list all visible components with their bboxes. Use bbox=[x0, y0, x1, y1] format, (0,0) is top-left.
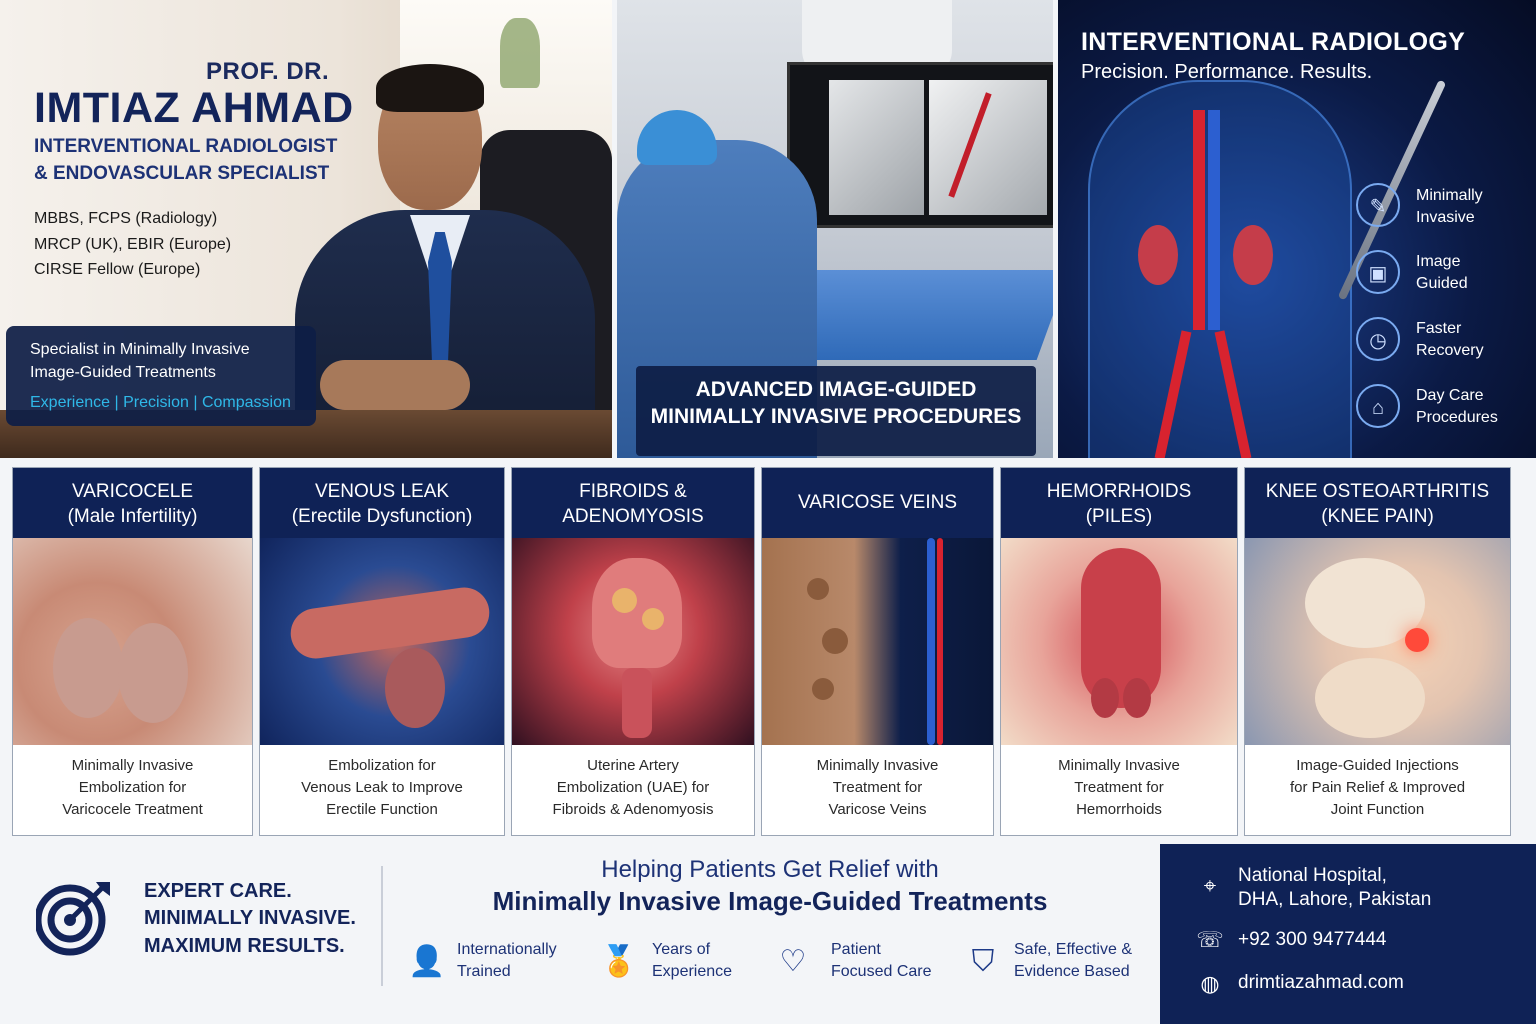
card-caption-line: Minimally Invasive bbox=[816, 757, 939, 774]
target-icon bbox=[36, 882, 110, 956]
condition-card-knee-osteoarthritis[interactable]: KNEE OSTEOARTHRITIS (KNEE PAIN) Image-Gu… bbox=[1244, 467, 1511, 836]
varicocele-illustration bbox=[13, 538, 252, 745]
card-caption-line: Treatment for bbox=[832, 779, 923, 796]
help-heading-line2: Minimally Invasive Image-Guided Treatmen… bbox=[492, 886, 1048, 916]
card-subtitle: (KNEE PAIN) bbox=[1321, 506, 1434, 527]
card-caption-line: Image-Guided Injections bbox=[1296, 757, 1459, 774]
uterus-illustration bbox=[512, 538, 754, 745]
qualification-item: MBBS, FCPS (Radiology) bbox=[34, 210, 218, 227]
feature-label: Day Care Procedures bbox=[1416, 387, 1498, 426]
condition-card-hemorrhoids[interactable]: HEMORRHOIDS (PILES) Minimally Invasive T… bbox=[1000, 467, 1238, 836]
tagline-line: MINIMALLY INVASIVE. bbox=[144, 907, 356, 929]
divider bbox=[381, 866, 383, 986]
badge-label: Years of Experience bbox=[652, 941, 733, 980]
location-pin-icon: ⌖ bbox=[1203, 873, 1217, 898]
home-icon: ⌂ bbox=[1356, 384, 1400, 428]
badge-label: Patient Focused Care bbox=[831, 941, 932, 980]
card-caption-line: Erectile Function bbox=[326, 801, 438, 818]
card-subtitle: (PILES) bbox=[1085, 506, 1153, 527]
condition-card-venous-leak[interactable]: VENOUS LEAK (Erectile Dysfunction) Embol… bbox=[259, 467, 505, 836]
card-caption-line: Venous Leak to Improve bbox=[301, 779, 463, 796]
body-silhouette bbox=[1088, 80, 1352, 458]
card-caption-line: Fibroids & Adenomyosis bbox=[552, 801, 714, 818]
tagline-line: EXPERT CARE. bbox=[144, 880, 292, 902]
specialty-line2: Image-Guided Treatments bbox=[30, 364, 216, 381]
medal-icon: 🏅 bbox=[600, 945, 638, 978]
hemorrhoids-illustration bbox=[1001, 538, 1237, 745]
card-title: HEMORRHOIDS bbox=[1046, 481, 1192, 502]
card-caption-line: Treatment for bbox=[1074, 779, 1164, 796]
feature-label: Image Guided bbox=[1416, 253, 1468, 292]
person-icon: 👤 bbox=[408, 945, 446, 978]
contact-phone[interactable]: +92 300 9477444 bbox=[1238, 928, 1386, 952]
tagline-line: MAXIMUM RESULTS. bbox=[144, 935, 345, 957]
feature-label: Minimally Invasive bbox=[1416, 187, 1483, 226]
condition-card-fibroids[interactable]: FIBROIDS & ADENOMYOSIS Uterine Artery Em… bbox=[511, 467, 755, 836]
card-caption-line: for Pain Relief & Improved bbox=[1289, 779, 1466, 796]
doctor-role-line2: & ENDOVASCULAR SPECIALIST bbox=[34, 163, 330, 184]
condition-card-varicose-veins[interactable]: VARICOSE VEINS Minimally Invasive Treatm… bbox=[761, 467, 994, 836]
varicose-leg-illustration bbox=[762, 538, 993, 745]
card-caption-line: Varicose Veins bbox=[828, 801, 927, 818]
procedures-banner-line1: ADVANCED IMAGE-GUIDED bbox=[695, 378, 977, 401]
card-title: FIBROIDS & bbox=[579, 481, 687, 502]
specialty-line1: Specialist in Minimally Invasive bbox=[30, 341, 250, 358]
badge-label: Internationally Trained bbox=[457, 941, 557, 980]
heart-hand-icon: ♡ bbox=[779, 945, 807, 978]
qualification-item: CIRSE Fellow (Europe) bbox=[34, 261, 201, 278]
card-caption-line: Joint Function bbox=[1330, 801, 1425, 818]
kidney-right bbox=[1233, 225, 1273, 285]
card-caption-line: Embolization (UAE) for bbox=[556, 779, 710, 796]
card-title: VENOUS LEAK bbox=[314, 481, 450, 502]
card-caption-line: Uterine Artery bbox=[587, 757, 679, 774]
card-caption-line: Hemorrhoids bbox=[1076, 801, 1162, 818]
card-title: VARICOSE VEINS bbox=[797, 492, 958, 513]
catheter-icon: ✎ bbox=[1356, 183, 1400, 227]
badge-label: Safe, Effective & Evidence Based bbox=[1014, 941, 1132, 980]
card-subtitle: ADENOMYOSIS bbox=[562, 506, 704, 527]
kidney-left bbox=[1138, 225, 1178, 285]
card-subtitle: (Erectile Dysfunction) bbox=[291, 506, 473, 527]
shield-check-icon: ⛉ bbox=[971, 945, 995, 978]
help-heading-line1: Helping Patients Get Relief with bbox=[601, 856, 939, 883]
ir-subtitle: Precision. Performance. Results. bbox=[1081, 61, 1373, 83]
knee-joint-illustration bbox=[1245, 538, 1510, 745]
card-caption-line: Minimally Invasive bbox=[71, 757, 194, 774]
contact-address: National Hospital, DHA, Lahore, Pakistan bbox=[1238, 865, 1432, 910]
card-title: VARICOCELE bbox=[71, 481, 194, 502]
feature-label: Faster Recovery bbox=[1416, 320, 1484, 359]
values-line: Experience | Precision | Compassion bbox=[30, 394, 291, 411]
contact-website[interactable]: drimtiazahmad.com bbox=[1238, 971, 1404, 995]
card-caption-line: Varicocele Treatment bbox=[62, 801, 203, 818]
monitor-icon: ▣ bbox=[1356, 250, 1400, 294]
qualification-item: MRCP (UK), EBIR (Europe) bbox=[34, 236, 232, 253]
card-caption-line: Minimally Invasive bbox=[1058, 757, 1180, 774]
card-caption-line: Embolization for bbox=[78, 779, 187, 796]
procedures-banner-line2: MINIMALLY INVASIVE PROCEDURES bbox=[650, 405, 1022, 428]
plant-decoration bbox=[500, 18, 540, 88]
doctor-role-line1: INTERVENTIONAL RADIOLOGIST bbox=[34, 136, 338, 157]
card-title: KNEE OSTEOARTHRITIS bbox=[1265, 481, 1490, 502]
card-subtitle: (Male Infertility) bbox=[67, 506, 198, 527]
card-caption-line: Embolization for bbox=[328, 757, 436, 774]
doctor-name: IMTIAZ AHMAD bbox=[34, 84, 354, 132]
condition-card-varicocele[interactable]: VARICOCELE (Male Infertility) Minimally … bbox=[12, 467, 253, 836]
ir-title: INTERVENTIONAL RADIOLOGY bbox=[1081, 28, 1466, 56]
globe-icon: ◍ bbox=[1200, 971, 1220, 996]
venous-leak-illustration bbox=[260, 538, 504, 745]
doctor-prefix: PROF. DR. bbox=[206, 58, 330, 85]
clock-icon: ◷ bbox=[1356, 317, 1400, 361]
phone-icon: ☏ bbox=[1196, 927, 1224, 952]
